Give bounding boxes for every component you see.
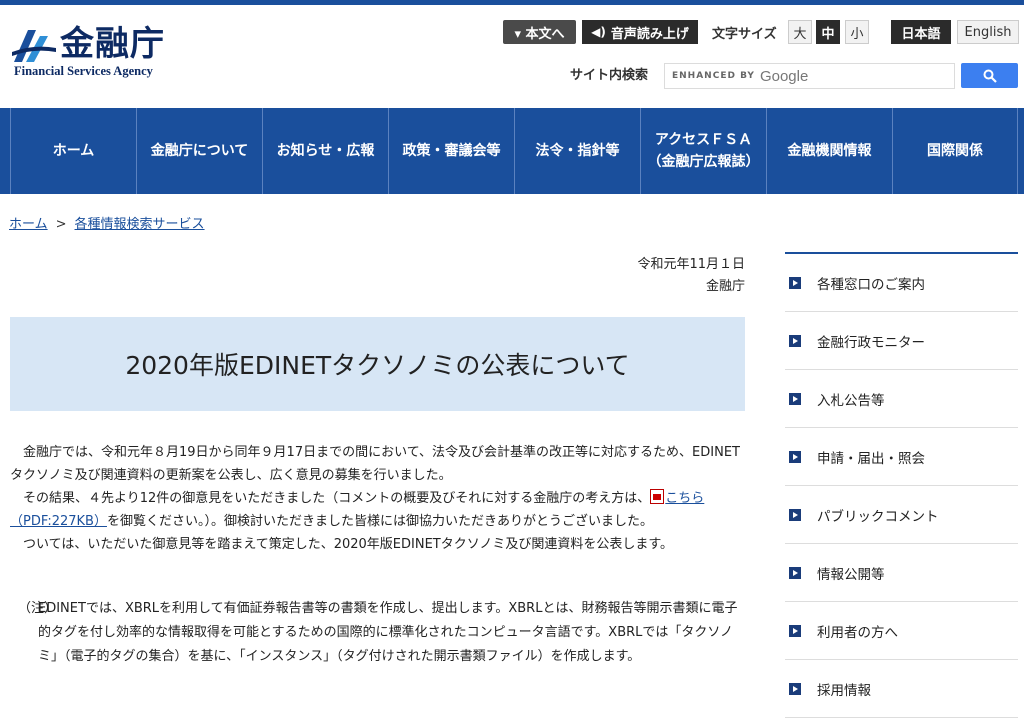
breadcrumb-current-link[interactable]: 各種情報検索サービス (75, 217, 205, 232)
skip-to-content-button[interactable]: ▾ 本文へ (503, 20, 576, 44)
font-size-medium-button[interactable]: 中 (816, 20, 840, 44)
lang-japanese-button[interactable]: 日本語 (891, 20, 951, 44)
arrow-right-icon (789, 276, 801, 289)
sidebar-item-monitor[interactable]: 金融行政モニター (785, 312, 1018, 370)
breadcrumb-home-link[interactable]: ホーム (9, 217, 48, 232)
site-logo[interactable]: 金融庁 Financial Services Agency (12, 24, 182, 84)
announcement-issuer: 金融庁 (705, 279, 745, 294)
font-size-small-button[interactable]: 小 (845, 20, 869, 44)
search-icon (983, 69, 997, 83)
nav-item-laws[interactable]: 法令・指針等 (514, 108, 640, 194)
logo-english-text: Financial Services Agency (14, 64, 153, 78)
site-search-label: サイト内検索 (570, 68, 649, 83)
nav-item-about[interactable]: 金融庁について (136, 108, 262, 194)
sidebar-item-contact[interactable]: 各種窓口のご案内 (785, 254, 1018, 312)
arrow-right-icon (789, 392, 801, 405)
arrow-right-icon (789, 334, 801, 347)
search-enhanced-text: ENHANCED BY (672, 71, 755, 81)
speaker-icon: ◀) (591, 25, 606, 39)
paragraph-3: ついては、いただいた御意見等を踏まえて策定した、2020年版EDINETタクソノ… (23, 537, 674, 552)
sidebar-item-public-comment[interactable]: パブリックコメント (785, 486, 1018, 544)
search-input[interactable]: ENHANCED BY Google (664, 63, 955, 89)
nav-item-institutions[interactable]: 金融機関情報 (766, 108, 892, 194)
font-size-large-button[interactable]: 大 (788, 20, 812, 44)
fsa-logo-icon (12, 30, 56, 62)
page-title: 2020年版EDINETタクソノミの公表について (125, 351, 630, 380)
voice-read-label: 音声読み上げ (610, 26, 689, 42)
voice-read-button[interactable]: ◀) 音声読み上げ (582, 20, 698, 44)
arrow-right-icon (789, 566, 801, 579)
note-block: （注） EDINETでは、XBRLを利用して有価証券報告書等の書類を作成し、提出… (18, 597, 748, 669)
arrow-right-icon (789, 508, 801, 521)
global-nav: ホーム 金融庁について お知らせ・広報 政策・審議会等 法令・指針等 アクセスＦ… (0, 108, 1024, 194)
announcement-date: 令和元年11月１日 (637, 257, 745, 272)
search-button[interactable] (961, 63, 1018, 88)
breadcrumb: ホーム > 各種情報検索サービス (9, 213, 205, 232)
lang-english-button[interactable]: English (957, 20, 1019, 44)
nav-item-news[interactable]: お知らせ・広報 (262, 108, 388, 194)
breadcrumb-separator: > (55, 217, 67, 232)
article-body: 金融庁では、令和元年８月19日から同年９月17日までの間において、法令及び会計基… (10, 441, 745, 556)
nav-item-international[interactable]: 国際関係 (892, 108, 1018, 194)
arrow-right-icon (789, 624, 801, 637)
arrow-right-icon (789, 450, 801, 463)
paragraph-2: その結果、４先より12件の御意見をいただきました（コメントの概要及びそれに対する… (10, 489, 705, 529)
nav-item-home[interactable]: ホーム (10, 108, 136, 194)
arrow-right-icon (789, 682, 801, 695)
announcement-meta: 令和元年11月１日 金融庁 (637, 254, 745, 298)
sidebar-item-users[interactable]: 利用者の方へ (785, 602, 1018, 660)
font-size-label: 文字サイズ (712, 26, 777, 42)
sidebar-menu: 各種窓口のご案内 金融行政モニター 入札公告等 申請・届出・照会 パブリックコメ… (785, 252, 1018, 718)
page-title-box: 2020年版EDINETタクソノミの公表について (10, 317, 745, 411)
sidebar-item-disclosure[interactable]: 情報公開等 (785, 544, 1018, 602)
top-accent-line (0, 0, 1024, 5)
pdf-icon (650, 489, 665, 504)
logo-japanese-text: 金融庁 (60, 24, 165, 64)
note-text: EDINETでは、XBRLを利用して有価証券報告書等の書類を作成し、提出します。… (38, 601, 738, 664)
nav-item-policy[interactable]: 政策・審議会等 (388, 108, 514, 194)
sidebar-item-tender[interactable]: 入札公告等 (785, 370, 1018, 428)
nav-item-access-fsa[interactable]: アクセスＦＳＡ （金融庁広報誌） (640, 108, 766, 194)
note-label: （注） (18, 601, 58, 616)
paragraph-1: 金融庁では、令和元年８月19日から同年９月17日までの間において、法令及び会計基… (10, 445, 740, 483)
sidebar-item-recruit[interactable]: 採用情報 (785, 660, 1018, 718)
sidebar-item-application[interactable]: 申請・届出・照会 (785, 428, 1018, 486)
search-google-text: Google (759, 67, 809, 85)
